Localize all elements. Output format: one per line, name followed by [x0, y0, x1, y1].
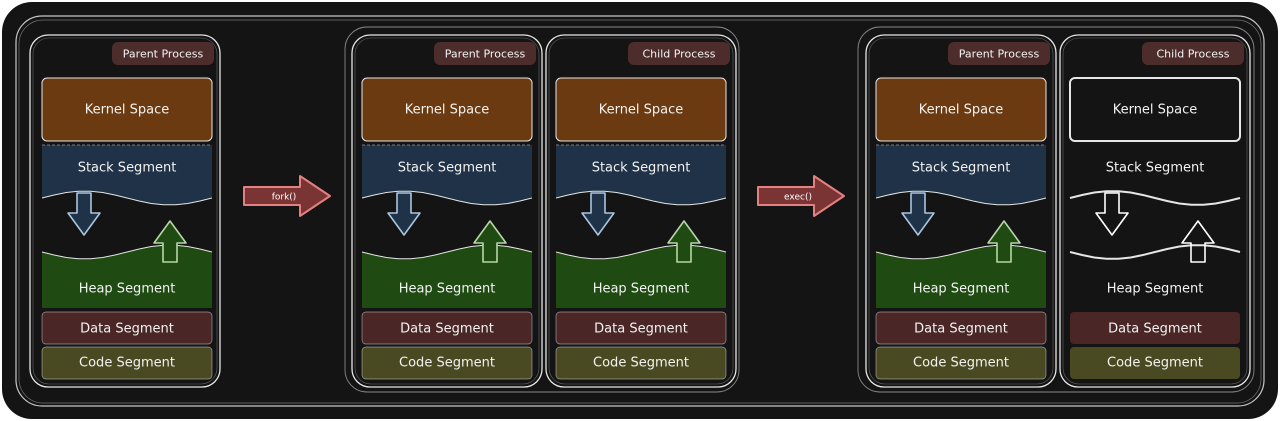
heap-segment-label: Heap Segment [1107, 282, 1204, 297]
heap-segment-label: Heap Segment [79, 282, 176, 297]
stack-segment-label: Stack Segment [398, 161, 497, 176]
process-tag-label: Child Process [643, 48, 716, 61]
stack-segment-label: Stack Segment [78, 161, 177, 176]
stack-segment-label: Stack Segment [1106, 161, 1205, 176]
kernel-space-label: Kernel Space [1113, 103, 1198, 118]
code-segment-label: Code Segment [399, 356, 495, 371]
code-segment-label: Code Segment [913, 356, 1009, 371]
heap-segment-label: Heap Segment [593, 282, 690, 297]
process-tag-label: Parent Process [959, 48, 1040, 61]
stack-segment-label: Stack Segment [912, 161, 1011, 176]
process-tag-label: Parent Process [123, 48, 204, 61]
heap-segment-label: Heap Segment [913, 282, 1010, 297]
code-segment-label: Code Segment [79, 356, 175, 371]
data-segment-label: Data Segment [914, 322, 1008, 337]
code-segment-label: Code Segment [1107, 356, 1203, 371]
exec-transition-label: exec() [784, 193, 812, 203]
code-segment-label: Code Segment [593, 356, 689, 371]
process-tag-label: Child Process [1157, 48, 1230, 61]
diagram-canvas: fork() exec() Parent Process Kernel Space S… [0, 0, 1280, 421]
kernel-space-label: Kernel Space [85, 103, 170, 118]
heap-segment-label: Heap Segment [399, 282, 496, 297]
fork-transition-label: fork() [272, 193, 297, 203]
kernel-space-label: Kernel Space [405, 103, 490, 118]
data-segment-label: Data Segment [1108, 322, 1202, 337]
data-segment-label: Data Segment [594, 322, 688, 337]
data-segment-label: Data Segment [400, 322, 494, 337]
stack-segment-label: Stack Segment [592, 161, 691, 176]
fork-exec-diagram: fork() exec() Parent Process Kernel Space S… [0, 0, 1280, 421]
kernel-space-label: Kernel Space [919, 103, 1004, 118]
kernel-space-label: Kernel Space [599, 103, 684, 118]
process-tag-label: Parent Process [445, 48, 526, 61]
data-segment-label: Data Segment [80, 322, 174, 337]
